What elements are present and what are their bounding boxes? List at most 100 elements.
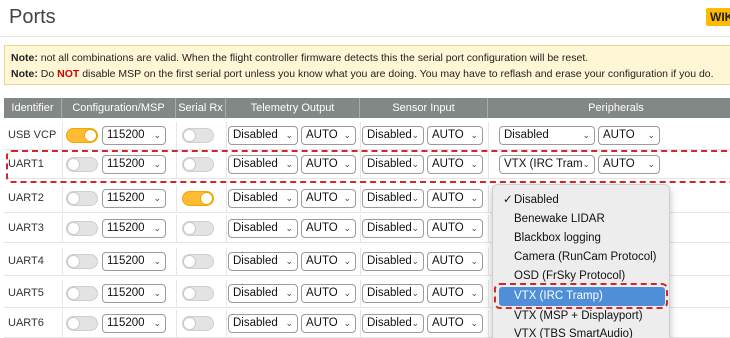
telemetry-select[interactable]: Disabled ⌄ bbox=[228, 314, 298, 333]
note-label: Note: bbox=[11, 68, 38, 80]
chevron-down-icon: ⌄ bbox=[285, 288, 293, 298]
dropdown-option-camera-runcam[interactable]: Camera (RunCam Protocol) bbox=[499, 248, 665, 267]
serial-rx-toggle[interactable] bbox=[182, 254, 214, 269]
toggle-knob bbox=[84, 129, 97, 142]
msp-toggle[interactable] bbox=[66, 316, 98, 331]
column-separator bbox=[360, 280, 361, 308]
option-label: VTX (MSP + Displayport) bbox=[514, 310, 643, 322]
telemetry-select[interactable]: Disabled ⌄ bbox=[228, 252, 298, 271]
sensor-select[interactable]: Disabled ⌄ bbox=[362, 252, 424, 271]
chevron-down-icon: ⌄ bbox=[470, 256, 478, 266]
telemetry-baud-select[interactable]: AUTO ⌄ bbox=[301, 284, 356, 303]
sensor-baud-select[interactable]: AUTO ⌄ bbox=[427, 314, 483, 333]
dropdown-option-blackbox-logging[interactable]: Blackbox logging bbox=[499, 229, 665, 248]
toggle-knob bbox=[183, 317, 196, 330]
telemetry-select[interactable]: Disabled ⌄ bbox=[228, 126, 298, 145]
select-value: Disabled bbox=[367, 222, 412, 234]
header-telemetry-output: Telemetry Output bbox=[226, 98, 360, 118]
telemetry-baud-select[interactable]: AUTO ⌄ bbox=[301, 252, 356, 271]
column-separator bbox=[62, 248, 63, 276]
msp-toggle[interactable] bbox=[66, 128, 98, 143]
dropdown-option-vtx-msp-displayport[interactable]: VTX (MSP + Displayport) bbox=[499, 307, 665, 326]
sensor-baud-select[interactable]: AUTO ⌄ bbox=[427, 284, 483, 303]
wiki-button[interactable]: WIKI bbox=[706, 8, 730, 26]
chevron-down-icon: ⌄ bbox=[411, 256, 419, 266]
dropdown-option-benewake-lidar[interactable]: Benewake LIDAR bbox=[499, 210, 665, 229]
select-value: Disabled bbox=[367, 287, 412, 299]
table-row: USB VCP 115200 ⌄ Disabled ⌄ AUTO ⌄ Disabled ⌄ AUT… bbox=[4, 122, 730, 150]
sensor-baud-select[interactable]: AUTO ⌄ bbox=[427, 126, 483, 145]
msp-toggle[interactable] bbox=[66, 254, 98, 269]
sensor-select[interactable]: Disabled ⌄ bbox=[362, 219, 424, 238]
sensor-select[interactable]: Disabled ⌄ bbox=[362, 284, 424, 303]
chevron-down-icon: ⌄ bbox=[582, 130, 590, 140]
chevron-down-icon: ⌄ bbox=[285, 256, 293, 266]
select-value: Disabled bbox=[233, 317, 278, 329]
dropdown-option-vtx-tbs-smartaudio[interactable]: VTX (TBS SmartAudio) bbox=[499, 325, 665, 338]
select-value: 115200 bbox=[107, 222, 145, 234]
select-value: AUTO bbox=[306, 222, 338, 234]
header-configuration-msp: Configuration/MSP bbox=[62, 98, 176, 118]
telemetry-select[interactable]: Disabled ⌄ bbox=[228, 219, 298, 238]
msp-baud-select[interactable]: 115200 ⌄ bbox=[102, 252, 166, 271]
note-text: Do bbox=[37, 68, 58, 80]
select-value: Disabled bbox=[233, 255, 278, 267]
select-value: AUTO bbox=[432, 317, 464, 329]
serial-rx-toggle[interactable] bbox=[182, 286, 214, 301]
column-separator bbox=[62, 185, 63, 213]
select-value: 115200 bbox=[107, 287, 145, 299]
msp-baud-select[interactable]: 115200 ⌄ bbox=[102, 126, 166, 145]
chevron-down-icon: ⌄ bbox=[153, 318, 161, 328]
select-value: Disabled bbox=[233, 287, 278, 299]
port-identifier: UART3 bbox=[8, 222, 44, 234]
port-identifier: USB VCP bbox=[8, 129, 57, 141]
telemetry-baud-select[interactable]: AUTO ⌄ bbox=[301, 314, 356, 333]
msp-toggle[interactable] bbox=[66, 286, 98, 301]
serial-rx-toggle[interactable] bbox=[182, 128, 214, 143]
port-identifier: UART4 bbox=[8, 255, 44, 267]
serial-rx-toggle[interactable] bbox=[182, 316, 214, 331]
peripherals-select[interactable]: Disabled ⌄ bbox=[499, 126, 595, 145]
chevron-down-icon: ⌄ bbox=[343, 256, 351, 266]
select-value: AUTO bbox=[432, 255, 464, 267]
sensor-baud-select[interactable]: AUTO ⌄ bbox=[427, 252, 483, 271]
sensor-select[interactable]: Disabled ⌄ bbox=[362, 189, 424, 208]
msp-baud-select[interactable]: 115200 ⌄ bbox=[102, 219, 166, 238]
column-separator bbox=[488, 122, 489, 150]
msp-toggle[interactable] bbox=[66, 191, 98, 206]
msp-baud-select[interactable]: 115200 ⌄ bbox=[102, 189, 166, 208]
peripherals-dropdown-menu: ✓ Disabled Benewake LIDAR Blackbox loggin… bbox=[492, 184, 670, 338]
note-warning: NOT bbox=[57, 68, 80, 80]
column-separator bbox=[176, 122, 177, 150]
dropdown-option-disabled[interactable]: ✓ Disabled bbox=[499, 191, 665, 210]
telemetry-baud-select[interactable]: AUTO ⌄ bbox=[301, 219, 356, 238]
header-identifier: Identifier bbox=[4, 98, 62, 118]
sensor-baud-select[interactable]: AUTO ⌄ bbox=[427, 189, 483, 208]
column-separator bbox=[226, 122, 227, 150]
divider bbox=[0, 36, 730, 37]
peripherals-baud-select[interactable]: AUTO ⌄ bbox=[598, 126, 660, 145]
serial-rx-toggle[interactable] bbox=[182, 221, 214, 236]
column-separator bbox=[360, 310, 361, 338]
serial-rx-toggle[interactable] bbox=[182, 191, 214, 206]
telemetry-baud-select[interactable]: AUTO ⌄ bbox=[301, 126, 356, 145]
option-label: Blackbox logging bbox=[514, 232, 601, 244]
page-title: Ports bbox=[9, 6, 56, 28]
msp-baud-select[interactable]: 115200 ⌄ bbox=[102, 314, 166, 333]
msp-toggle[interactable] bbox=[66, 221, 98, 236]
msp-baud-select[interactable]: 115200 ⌄ bbox=[102, 284, 166, 303]
option-label: Benewake LIDAR bbox=[514, 213, 605, 225]
select-value: 115200 bbox=[107, 317, 145, 329]
chevron-down-icon: ⌄ bbox=[470, 130, 478, 140]
toggle-knob bbox=[183, 287, 196, 300]
select-value: 115200 bbox=[107, 192, 145, 204]
sensor-select[interactable]: Disabled ⌄ bbox=[362, 314, 424, 333]
telemetry-baud-select[interactable]: AUTO ⌄ bbox=[301, 189, 356, 208]
telemetry-select[interactable]: Disabled ⌄ bbox=[228, 189, 298, 208]
select-value: AUTO bbox=[306, 255, 338, 267]
column-separator bbox=[488, 185, 489, 213]
telemetry-select[interactable]: Disabled ⌄ bbox=[228, 284, 298, 303]
sensor-select[interactable]: Disabled ⌄ bbox=[362, 126, 424, 145]
select-value: Disabled bbox=[367, 192, 412, 204]
sensor-baud-select[interactable]: AUTO ⌄ bbox=[427, 219, 483, 238]
